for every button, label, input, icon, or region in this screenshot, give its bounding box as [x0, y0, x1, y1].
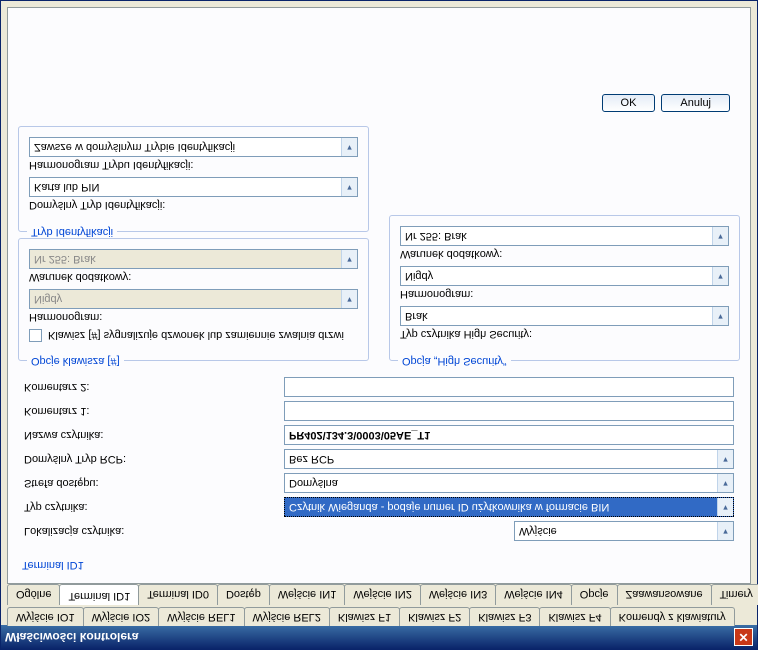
tabs-row-2: OgólneTerminal ID1Terminal ID0DostępWejś…	[7, 584, 751, 605]
tab-komendy-z-klawiatury[interactable]: Komendy z klawiatury	[610, 607, 735, 626]
tab-timery[interactable]: Timery	[711, 584, 758, 605]
tab-wyjście-rel2[interactable]: Wyjście REL2	[244, 607, 330, 626]
chevron-down-icon[interactable]: ▾	[712, 227, 728, 245]
tab-wyjście-io1[interactable]: Wyjście IO1	[7, 607, 84, 626]
ti-harmonogram-label: Harmonogram Trybu Identyfikacji:	[29, 159, 358, 171]
tryb-ident-group: Tryb Identyfikacji Domyślny Tryb Identyf…	[18, 126, 369, 232]
lokalizacja-combo[interactable]: Wyjście ▾	[514, 521, 734, 541]
tab-ogólne[interactable]: Ogólne	[7, 584, 60, 605]
close-icon[interactable]: ✕	[734, 628, 753, 646]
chevron-down-icon[interactable]: ▾	[717, 450, 733, 468]
ti-harmonogram-combo[interactable]: Zawsze w domyślnym Trybie Identyfikacji …	[29, 137, 358, 157]
ok-warunek-combo[interactable]: Nr 255: Brak ▾	[29, 249, 358, 269]
tab-opcje[interactable]: Opcje	[571, 584, 618, 605]
chevron-down-icon[interactable]: ▾	[717, 498, 733, 516]
ok-warunek-label: Warunek dodatkowy:	[29, 271, 358, 283]
hs-harmonogram-label: Harmonogram:	[400, 288, 729, 300]
cancel-button[interactable]: Anuluj	[661, 94, 730, 112]
window-title: Właściwości kontrolera	[5, 630, 138, 644]
rcp-label: Domyślny Tryb RCP:	[24, 453, 164, 465]
tab-wejście-in2[interactable]: Wejście IN2	[344, 584, 420, 605]
dzwonek-checkbox[interactable]	[29, 329, 42, 342]
kom2-input[interactable]	[284, 377, 734, 397]
tab-wejście-in1[interactable]: Wejście IN1	[269, 584, 345, 605]
chevron-down-icon[interactable]: ▾	[341, 290, 357, 308]
ok-harmonogram-label: Harmonogram:	[29, 311, 358, 323]
ok-button[interactable]: OK	[602, 94, 656, 112]
hs-typ-label: Typ czytnika High Security:	[400, 328, 729, 340]
tabs-row-1: Wyjście IO1Wyjście IO2Wyjście REL1Wyjści…	[7, 607, 751, 626]
tab-klawisz-f4[interactable]: Klawisz F4	[539, 607, 610, 626]
chevron-down-icon[interactable]: ▾	[717, 474, 733, 492]
tab-zaawansowane[interactable]: Zaawansowane	[617, 584, 712, 605]
dzwonek-label: Klawisz [#] sygnalizuje dzwonek lub zami…	[48, 330, 344, 342]
titlebar: Właściwości kontrolera ✕	[1, 625, 757, 649]
tab-wejście-in4[interactable]: Wejście IN4	[495, 584, 571, 605]
rcp-combo[interactable]: Bez RCP ▾	[284, 449, 734, 469]
ok-harmonogram-combo[interactable]: Nigdy ▾	[29, 289, 358, 309]
chevron-down-icon[interactable]: ▾	[341, 178, 357, 196]
ti-domyslny-combo[interactable]: Karta lub PIN ▾	[29, 177, 358, 197]
tab-klawisz-f2[interactable]: Klawisz F2	[399, 607, 470, 626]
kom1-label: Komentarz 1:	[24, 405, 164, 417]
tab-content: Terminal ID1 Lokalizacja czytnika: Wyjśc…	[7, 7, 751, 584]
tab-wyjście-io2[interactable]: Wyjście IO2	[83, 607, 160, 626]
kom1-input[interactable]	[284, 401, 734, 421]
tab-klawisz-f1[interactable]: Klawisz F1	[329, 607, 400, 626]
strefa-combo[interactable]: Domyślna ▾	[284, 473, 734, 493]
nazwa-input[interactable]: PR402\134.3\0003\05AE_T1	[284, 425, 734, 445]
hs-typ-combo[interactable]: Brak ▾	[400, 306, 729, 326]
chevron-down-icon[interactable]: ▾	[712, 267, 728, 285]
tab-wejście-in3[interactable]: Wejście IN3	[420, 584, 496, 605]
tab-klawisz-f3[interactable]: Klawisz F3	[469, 607, 540, 626]
typ-combo[interactable]: Czytnik Wieganda - podaje numer ID użytk…	[284, 497, 734, 517]
chevron-down-icon[interactable]: ▾	[341, 250, 357, 268]
hs-warunek-combo[interactable]: Nr 255: Brak ▾	[400, 226, 729, 246]
tab-terminal-id1[interactable]: Terminal ID1	[59, 584, 139, 605]
ti-domyslny-label: Domyślny Tryb Identyfikacji:	[29, 199, 358, 211]
hs-warunek-label: Warunek dodatkowy:	[400, 248, 729, 260]
typ-label: Typ czytnika:	[24, 501, 164, 513]
tab-terminal-id0[interactable]: Terminal ID0	[138, 584, 218, 605]
tab-wyjście-rel1[interactable]: Wyjście REL1	[158, 607, 244, 626]
tab-dostęp[interactable]: Dostęp	[217, 584, 270, 605]
chevron-down-icon[interactable]: ▾	[712, 307, 728, 325]
lokalizacja-label: Lokalizacja czytnika:	[24, 525, 164, 537]
hs-harmonogram-combo[interactable]: Nigdy ▾	[400, 266, 729, 286]
kom2-label: Komentarz 2:	[24, 381, 164, 393]
chevron-down-icon[interactable]: ▾	[717, 522, 733, 540]
strefa-label: Strefa dostępu:	[24, 477, 164, 489]
chevron-down-icon[interactable]: ▾	[341, 138, 357, 156]
nazwa-label: Nazwa czytnika:	[24, 429, 164, 441]
high-security-group: Opcja „High Security” Typ czytnika High …	[389, 215, 740, 361]
terminal-section-title: Terminal ID1	[22, 559, 740, 571]
opcje-klawisza-group: Opcje klawisza [#] Klawisz [#] sygnalizu…	[18, 238, 369, 361]
